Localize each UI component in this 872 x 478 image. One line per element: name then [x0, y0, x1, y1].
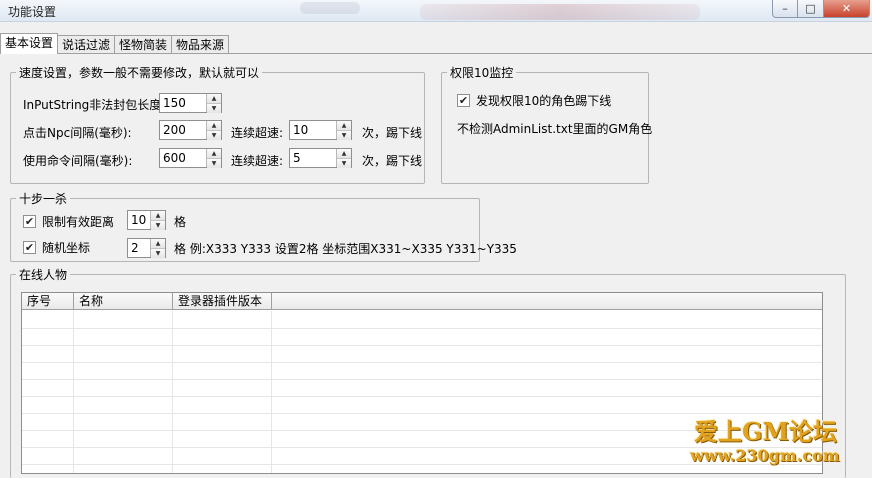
command-overspeed-stepper[interactable]: 5 ▲ ▼	[289, 148, 352, 168]
watermark-url: www.230gm.com	[690, 446, 840, 465]
column-divider	[73, 311, 74, 473]
speed-settings-legend: 速度设置，参数一般不需要修改，默认就可以	[19, 66, 260, 80]
checkmark-icon[interactable]: ✔	[23, 215, 36, 228]
online-players-legend: 在线人物	[19, 268, 68, 282]
kick-permission10-label: 发现权限10的角色踢下线	[476, 94, 612, 108]
command-interval-stepper[interactable]: 600 ▲ ▼	[159, 148, 222, 168]
inputstring-stepper[interactable]: 150 ▲ ▼	[159, 93, 222, 113]
ten-step-legend: 十步一杀	[19, 192, 68, 206]
column-header-plugin-version[interactable]: 登录器插件版本	[173, 293, 272, 310]
spin-up-icon[interactable]: ▲	[337, 149, 351, 158]
npc-interval-value[interactable]: 200	[160, 121, 206, 139]
npc-interval-stepper[interactable]: 200 ▲ ▼	[159, 120, 222, 140]
spin-down-icon[interactable]: ▼	[207, 103, 221, 113]
spin-up-icon[interactable]: ▲	[151, 239, 165, 248]
table-row[interactable]	[22, 328, 822, 329]
watermark-logo-text: 爱上GM论坛	[694, 417, 838, 446]
table-row[interactable]	[22, 362, 822, 363]
npc-overspeed-label: 连续超速:	[231, 126, 284, 140]
spin-down-icon[interactable]: ▼	[151, 220, 165, 230]
checkmark-icon[interactable]: ✔	[23, 241, 36, 254]
column-header-index[interactable]: 序号	[22, 293, 74, 310]
random-coord-description: 格 例:X333 Y333 设置2格 坐标范围X331~X335 Y331~Y3…	[174, 242, 517, 256]
random-coord-checkbox[interactable]: ✔ 随机坐标	[23, 239, 90, 256]
spin-up-icon[interactable]: ▲	[207, 121, 221, 130]
column-header-name[interactable]: 名称	[74, 293, 173, 310]
spin-up-icon[interactable]: ▲	[207, 149, 221, 158]
title-blur	[420, 4, 700, 20]
spin-down-icon[interactable]: ▼	[151, 248, 165, 258]
title-blur	[300, 2, 360, 14]
spin-down-icon[interactable]: ▼	[207, 158, 221, 168]
title-bar: 功能设置 – □ ✕	[0, 0, 872, 22]
npc-interval-label: 点击Npc间隔(毫秒):	[23, 126, 132, 140]
spin-up-icon[interactable]: ▲	[151, 211, 165, 220]
column-divider	[172, 311, 173, 473]
table-row[interactable]	[22, 345, 822, 346]
random-coord-label: 随机坐标	[42, 241, 91, 255]
limit-distance-label: 限制有效距离	[42, 215, 115, 229]
table-header: 序号 名称 登录器插件版本	[22, 293, 822, 310]
spin-up-icon[interactable]: ▲	[207, 94, 221, 103]
command-interval-label: 使用命令间隔(毫秒):	[23, 154, 133, 168]
tab-item-source[interactable]: 物品来源	[171, 35, 230, 53]
command-interval-value[interactable]: 600	[160, 149, 206, 167]
maximize-button[interactable]: □	[798, 0, 824, 18]
tab-strip: 基本设置 说话过滤 怪物简装 物品来源	[0, 33, 230, 54]
minimize-button[interactable]: –	[772, 0, 798, 18]
table-row[interactable]	[22, 396, 822, 397]
table-row[interactable]	[22, 379, 822, 380]
inputstring-label: InPutString非法封包长度:	[23, 98, 166, 112]
close-button[interactable]: ✕	[824, 0, 870, 18]
permission-note: 不检测AdminList.txt里面的GM角色	[457, 122, 653, 136]
command-overspeed-value[interactable]: 5	[290, 149, 336, 167]
random-coord-stepper[interactable]: 2 ▲ ▼	[127, 238, 166, 258]
window-controls: – □ ✕	[772, 0, 870, 18]
permission-monitor-legend: 权限10监控	[450, 66, 514, 80]
window-title: 功能设置	[8, 5, 57, 19]
random-coord-value[interactable]: 2	[128, 239, 150, 257]
limit-distance-checkbox[interactable]: ✔ 限制有效距离	[23, 213, 114, 230]
command-overspeed-label: 连续超速:	[231, 154, 284, 168]
kick-permission10-checkbox[interactable]: ✔ 发现权限10的角色踢下线	[457, 92, 611, 109]
column-divider	[271, 311, 272, 473]
spin-up-icon[interactable]: ▲	[337, 121, 351, 130]
tab-monster-simple[interactable]: 怪物简装	[114, 35, 173, 53]
limit-distance-unit: 格	[174, 215, 187, 229]
inputstring-value[interactable]: 150	[160, 94, 206, 112]
spin-down-icon[interactable]: ▼	[337, 130, 351, 140]
checkmark-icon[interactable]: ✔	[457, 94, 470, 107]
limit-distance-stepper[interactable]: 10 ▲ ▼	[127, 210, 166, 230]
npc-overspeed-stepper[interactable]: 10 ▲ ▼	[289, 120, 352, 140]
limit-distance-value[interactable]: 10	[128, 211, 150, 229]
spin-down-icon[interactable]: ▼	[207, 130, 221, 140]
tab-chat-filter[interactable]: 说话过滤	[57, 35, 116, 53]
spin-down-icon[interactable]: ▼	[337, 158, 351, 168]
command-kick-suffix: 次，踢下线	[362, 154, 423, 168]
npc-overspeed-value[interactable]: 10	[290, 121, 336, 139]
npc-kick-suffix: 次，踢下线	[362, 126, 423, 140]
tab-basic-settings[interactable]: 基本设置	[0, 33, 59, 54]
tab-divider	[0, 53, 872, 54]
